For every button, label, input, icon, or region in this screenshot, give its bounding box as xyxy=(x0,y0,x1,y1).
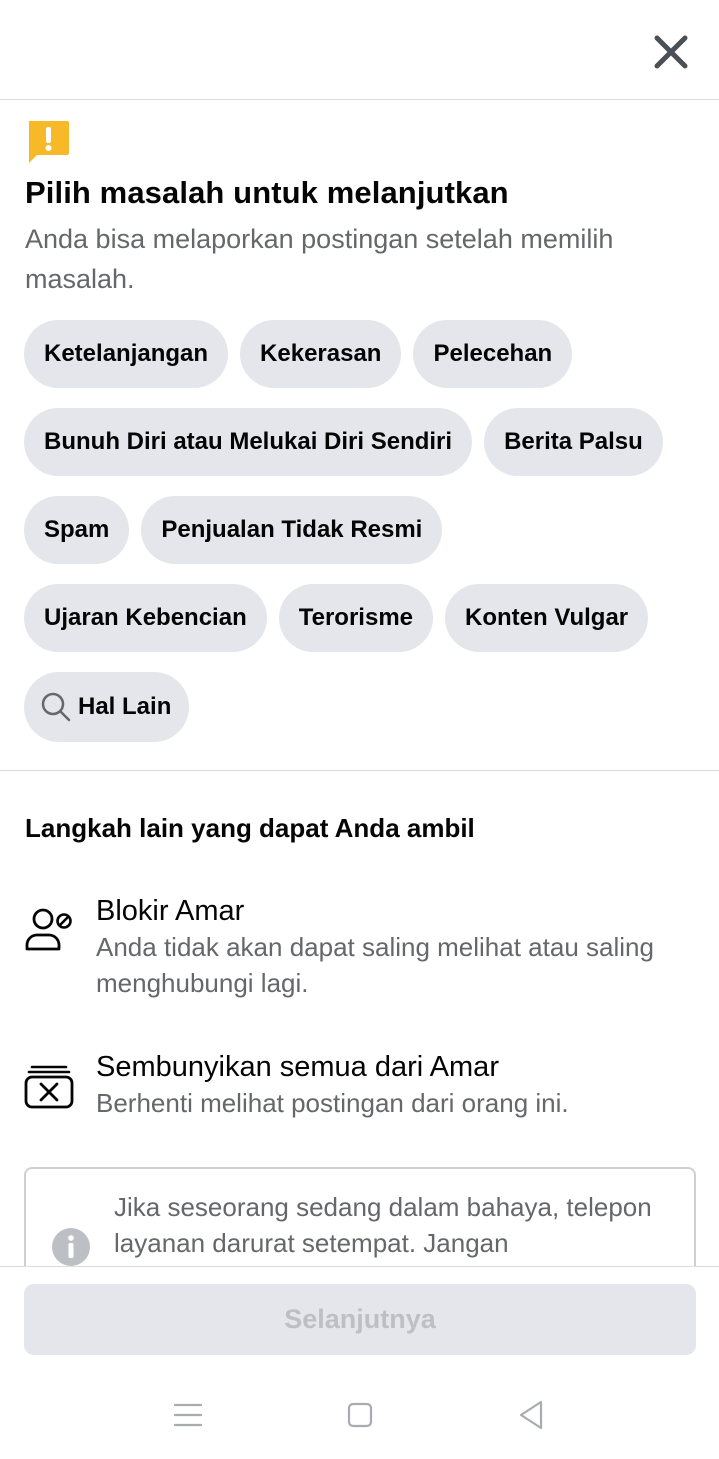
block-user-action[interactable]: Blokir Amar Anda tidak akan dapat saling… xyxy=(0,891,719,1011)
chip-bunuh-diri[interactable]: Bunuh Diri atau Melukai Diri Sendiri xyxy=(24,408,473,476)
emergency-info-text: Jika seseorang sedang dalam bahaya, tele… xyxy=(114,1192,652,1258)
block-user-title: Blokir Amar xyxy=(96,895,245,927)
chip-pelecehan[interactable]: Pelecehan xyxy=(413,320,573,388)
footer-divider xyxy=(0,1266,719,1267)
close-icon[interactable] xyxy=(654,35,688,69)
home-icon xyxy=(347,1402,373,1428)
chip-terorisme[interactable]: Terorisme xyxy=(278,584,434,652)
hide-all-title: Sembunyikan semua dari Amar xyxy=(96,1051,499,1083)
chip-spam[interactable]: Spam xyxy=(24,496,130,564)
alert-icon xyxy=(28,121,69,163)
hide-all-icon xyxy=(24,1065,74,1109)
search-icon xyxy=(40,691,72,723)
chip-konten-vulgar[interactable]: Konten Vulgar xyxy=(445,584,649,652)
block-user-icon xyxy=(25,908,72,951)
chip-ketelanjangan[interactable]: Ketelanjangan xyxy=(24,320,229,388)
chip-ujaran-kebencian[interactable]: Ujaran Kebencian xyxy=(24,584,267,652)
next-button[interactable]: Selanjutnya xyxy=(24,1284,696,1355)
home-button[interactable] xyxy=(340,1395,380,1435)
chip-berita-palsu[interactable]: Berita Palsu xyxy=(484,408,663,476)
block-user-description: Anda tidak akan dapat saling melihat ata… xyxy=(96,932,654,998)
chip-kekerasan[interactable]: Kekerasan xyxy=(240,320,402,388)
hide-all-description: Berhenti melihat postingan dari orang in… xyxy=(96,1088,569,1118)
hide-all-action[interactable]: Sembunyikan semua dari Amar Berhenti mel… xyxy=(0,1047,719,1137)
top-bar xyxy=(0,0,719,100)
menu-icon xyxy=(174,1403,202,1427)
page-subtitle: Anda bisa melaporkan postingan setelah m… xyxy=(25,224,614,294)
report-content[interactable]: Pilih masalah untuk melanjutkan Anda bis… xyxy=(0,101,719,1266)
chip-hal-lain-label: Hal Lain xyxy=(78,693,172,720)
chip-hal-lain[interactable]: Hal Lain xyxy=(24,672,190,742)
section-divider xyxy=(0,770,719,771)
section-title: Langkah lain yang dapat Anda ambil xyxy=(25,813,475,843)
info-icon xyxy=(52,1228,90,1266)
back-icon xyxy=(519,1400,543,1430)
chip-penjualan-tidak-resmi[interactable]: Penjualan Tidak Resmi xyxy=(141,496,443,564)
page-title: Pilih masalah untuk melanjutkan xyxy=(25,175,509,210)
system-nav-bar xyxy=(0,1375,719,1459)
close-button[interactable] xyxy=(651,32,691,72)
issue-chips: Ketelanjangan Kekerasan Pelecehan Bunuh … xyxy=(24,320,704,762)
menu-button[interactable] xyxy=(168,1395,208,1435)
emergency-info-box: Jika seseorang sedang dalam bahaya, tele… xyxy=(24,1167,696,1266)
back-button[interactable] xyxy=(511,1395,551,1435)
